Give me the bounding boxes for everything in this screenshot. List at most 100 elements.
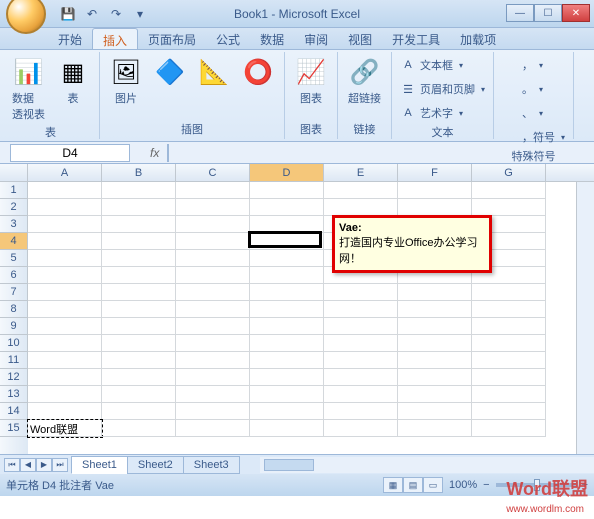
- cell[interactable]: [250, 233, 324, 250]
- cell[interactable]: [176, 301, 250, 318]
- sheet-next-icon[interactable]: ▶: [36, 458, 52, 472]
- ribbon-small-button[interactable]: 、▾: [500, 102, 567, 124]
- cell[interactable]: [324, 301, 398, 318]
- zoom-in-icon[interactable]: +: [582, 479, 588, 491]
- cell[interactable]: [28, 352, 102, 369]
- ribbon-button[interactable]: 🔗超链接: [344, 54, 385, 108]
- row-header[interactable]: 8: [0, 301, 28, 318]
- column-header[interactable]: E: [324, 164, 398, 181]
- cell[interactable]: [472, 386, 546, 403]
- cell[interactable]: [324, 199, 398, 216]
- cell[interactable]: [398, 318, 472, 335]
- cell[interactable]: [28, 250, 102, 267]
- sheet-tab[interactable]: Sheet1: [71, 456, 128, 474]
- cell[interactable]: [176, 335, 250, 352]
- cell[interactable]: [472, 420, 546, 437]
- row-header[interactable]: 4: [0, 233, 28, 250]
- fx-icon[interactable]: fx: [150, 146, 159, 160]
- cell[interactable]: [176, 352, 250, 369]
- cell[interactable]: [176, 318, 250, 335]
- cell[interactable]: [102, 420, 176, 437]
- ribbon-button[interactable]: ⭕: [238, 54, 278, 92]
- cell[interactable]: [250, 199, 324, 216]
- column-header[interactable]: C: [176, 164, 250, 181]
- tab-开发工具[interactable]: 开发工具: [382, 28, 450, 49]
- cell[interactable]: [28, 216, 102, 233]
- cell[interactable]: [472, 284, 546, 301]
- cell[interactable]: [472, 403, 546, 420]
- ribbon-small-button[interactable]: A艺术字▾: [398, 102, 487, 124]
- cell[interactable]: [102, 233, 176, 250]
- cell[interactable]: [398, 335, 472, 352]
- cell[interactable]: [28, 233, 102, 250]
- cell[interactable]: [102, 301, 176, 318]
- page-break-icon[interactable]: ▭: [423, 477, 443, 493]
- tab-页面布局[interactable]: 页面布局: [138, 28, 206, 49]
- row-header[interactable]: 7: [0, 284, 28, 301]
- cell[interactable]: [176, 216, 250, 233]
- cell[interactable]: [176, 233, 250, 250]
- ribbon-small-button[interactable]: A文本框▾: [398, 54, 487, 76]
- column-header[interactable]: B: [102, 164, 176, 181]
- maximize-button[interactable]: ☐: [534, 4, 562, 22]
- row-header[interactable]: 11: [0, 352, 28, 369]
- minimize-button[interactable]: —: [506, 4, 534, 22]
- cell[interactable]: [176, 420, 250, 437]
- cell[interactable]: [102, 199, 176, 216]
- tab-加载项[interactable]: 加载项: [450, 28, 506, 49]
- cell[interactable]: [398, 284, 472, 301]
- ribbon-small-button[interactable]: ，符号▾: [500, 126, 567, 148]
- sheet-tab[interactable]: Sheet2: [127, 456, 184, 474]
- cell[interactable]: [28, 369, 102, 386]
- cell[interactable]: [324, 284, 398, 301]
- cell[interactable]: [398, 301, 472, 318]
- tab-视图[interactable]: 视图: [338, 28, 382, 49]
- cell[interactable]: [398, 420, 472, 437]
- redo-icon[interactable]: ↷: [106, 4, 126, 24]
- tab-公式[interactable]: 公式: [206, 28, 250, 49]
- horizontal-scrollbar[interactable]: [260, 457, 594, 473]
- ribbon-button[interactable]: 📊数据透视表: [8, 54, 49, 124]
- cell[interactable]: [398, 386, 472, 403]
- cell[interactable]: [102, 250, 176, 267]
- ribbon-small-button[interactable]: ☰页眉和页脚▾: [398, 78, 487, 100]
- cell[interactable]: [176, 199, 250, 216]
- sheet-prev-icon[interactable]: ◀: [20, 458, 36, 472]
- row-header[interactable]: 15: [0, 420, 28, 437]
- cell[interactable]: [250, 182, 324, 199]
- ribbon-small-button[interactable]: ，▾: [500, 54, 567, 76]
- cell[interactable]: [250, 352, 324, 369]
- cell[interactable]: [324, 403, 398, 420]
- cell[interactable]: [398, 403, 472, 420]
- cell[interactable]: [472, 199, 546, 216]
- vertical-scrollbar[interactable]: [576, 182, 594, 454]
- select-all-corner[interactable]: [0, 164, 28, 181]
- cell[interactable]: [102, 284, 176, 301]
- cell[interactable]: [250, 318, 324, 335]
- row-header[interactable]: 3: [0, 216, 28, 233]
- row-header[interactable]: 10: [0, 335, 28, 352]
- cell[interactable]: [250, 403, 324, 420]
- column-header[interactable]: G: [472, 164, 546, 181]
- cell[interactable]: [472, 335, 546, 352]
- ribbon-button[interactable]: 📈图表: [291, 54, 331, 108]
- row-header[interactable]: 1: [0, 182, 28, 199]
- cell[interactable]: [324, 386, 398, 403]
- cell[interactable]: [250, 301, 324, 318]
- cell[interactable]: [398, 369, 472, 386]
- cell[interactable]: [250, 216, 324, 233]
- cell[interactable]: [472, 318, 546, 335]
- cell[interactable]: [324, 335, 398, 352]
- cell[interactable]: [176, 403, 250, 420]
- ribbon-button[interactable]: ▦表: [53, 54, 93, 108]
- ribbon-button[interactable]: 🖼图片: [106, 54, 146, 108]
- save-icon[interactable]: 💾: [58, 4, 78, 24]
- cell[interactable]: [28, 199, 102, 216]
- zoom-out-icon[interactable]: −: [483, 479, 489, 491]
- cell[interactable]: [28, 386, 102, 403]
- cell[interactable]: [102, 216, 176, 233]
- cell[interactable]: [250, 369, 324, 386]
- cell[interactable]: [176, 284, 250, 301]
- row-header[interactable]: 12: [0, 369, 28, 386]
- cell[interactable]: [176, 182, 250, 199]
